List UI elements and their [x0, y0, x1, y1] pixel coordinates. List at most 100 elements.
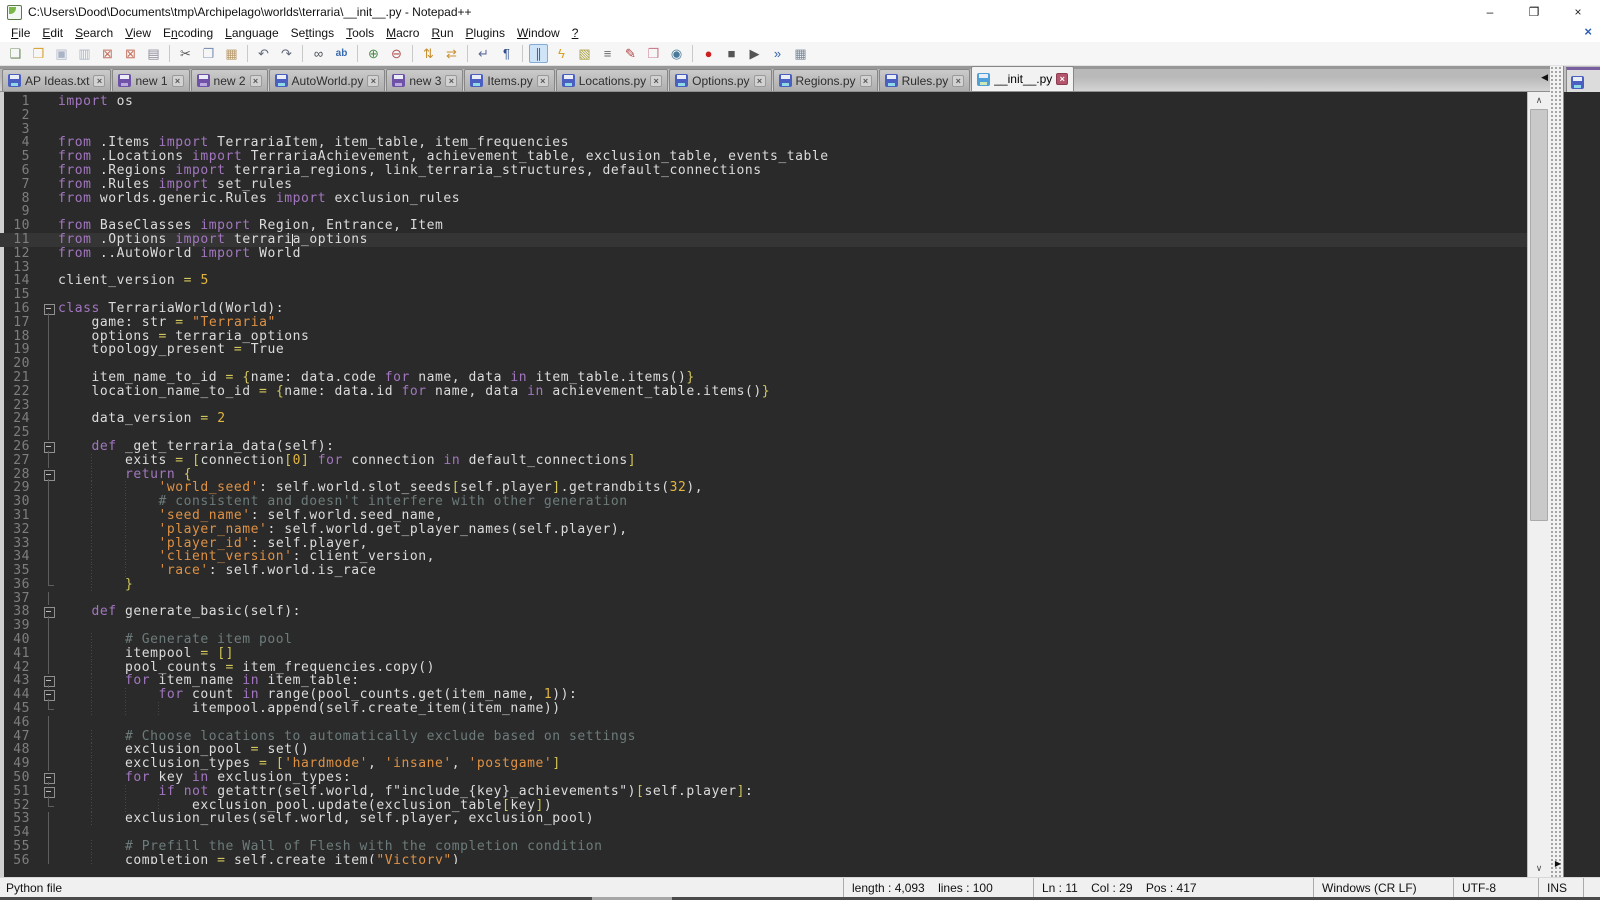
- menu-macro[interactable]: Macro: [380, 26, 425, 40]
- undo-icon[interactable]: ↶: [254, 44, 273, 63]
- code-line[interactable]: 18 options = terraria_options: [0, 330, 1527, 344]
- fold-toggle-icon[interactable]: [40, 468, 58, 482]
- monitoring-eye-icon[interactable]: ◉: [667, 44, 686, 63]
- tab-regions-py[interactable]: Regions.py×: [773, 69, 878, 91]
- vertical-scrollbar[interactable]: ∧ ∨: [1527, 92, 1550, 877]
- code-line[interactable]: 47 # Choose locations to automatically e…: [0, 730, 1527, 744]
- menu-tools[interactable]: Tools: [340, 26, 380, 40]
- tab--init-py[interactable]: __init__.py×: [971, 66, 1074, 91]
- code-line[interactable]: 42 pool_counts = item_frequencies.copy(): [0, 661, 1527, 675]
- code-line[interactable]: 13: [0, 261, 1527, 275]
- fold-toggle-icon[interactable]: [40, 440, 58, 454]
- code-line[interactable]: 3: [0, 123, 1527, 137]
- code-line[interactable]: 44 for count in range(pool_counts.get(it…: [0, 688, 1527, 702]
- code-line[interactable]: 31 'seed_name': self.world.seed_name,: [0, 509, 1527, 523]
- code-line[interactable]: 25: [0, 426, 1527, 440]
- menu-language[interactable]: Language: [219, 26, 285, 40]
- code-line[interactable]: 34 'client_version': client_version,: [0, 550, 1527, 564]
- code-line[interactable]: 55 # Prefill the Wall of Flesh with the …: [0, 840, 1527, 854]
- macro-record-icon[interactable]: ●: [699, 44, 718, 63]
- menu-window[interactable]: Window: [511, 26, 566, 40]
- tab-close-icon[interactable]: ×: [650, 75, 662, 87]
- code-line[interactable]: 2: [0, 109, 1527, 123]
- function-list-icon[interactable]: ✎: [621, 44, 640, 63]
- copy-icon[interactable]: ❐: [199, 44, 218, 63]
- code-line[interactable]: 29 'world_seed': self.world.slot_seeds[s…: [0, 481, 1527, 495]
- code-line[interactable]: 17 game: str = "Terraria": [0, 316, 1527, 330]
- fold-toggle-icon[interactable]: [40, 771, 58, 785]
- code-line[interactable]: 24 data_version = 2: [0, 412, 1527, 426]
- sync-vertical-icon[interactable]: ⇅: [419, 44, 438, 63]
- code-line[interactable]: 4from .Items import TerrariaItem, item_t…: [0, 136, 1527, 150]
- tab-rules-py[interactable]: Rules.py×: [879, 69, 971, 91]
- fold-toggle-icon[interactable]: [40, 605, 58, 619]
- code-line[interactable]: 5from .Locations import TerrariaAchievem…: [0, 150, 1527, 164]
- menu-encoding[interactable]: Encoding: [157, 26, 219, 40]
- flash-icon[interactable]: ϟ: [552, 44, 571, 63]
- doc-switcher-icon[interactable]: ≡: [598, 44, 617, 63]
- code-line[interactable]: 49 exclusion_types = ['hardmode', 'insan…: [0, 757, 1527, 771]
- fold-toggle-icon[interactable]: [40, 302, 58, 316]
- scrollbar-thumb[interactable]: [1530, 109, 1548, 521]
- zoom-out-icon[interactable]: ⊖: [387, 44, 406, 63]
- code-line[interactable]: 43 for item_name in item_table:: [0, 674, 1527, 688]
- paste-icon[interactable]: ▦: [222, 44, 241, 63]
- code-line[interactable]: 56 completion = self.create_item("Victor…: [0, 854, 1527, 864]
- menu-run[interactable]: Run: [425, 26, 459, 40]
- cut-icon[interactable]: ✂: [176, 44, 195, 63]
- code-line[interactable]: 22 location_name_to_id = {name: data.id …: [0, 385, 1527, 399]
- code-line[interactable]: 19 topology_present = True: [0, 343, 1527, 357]
- code-line[interactable]: 35 'race': self.world.is_race: [0, 564, 1527, 578]
- macro-run-multiple-icon[interactable]: »: [768, 44, 787, 63]
- code-line[interactable]: 50 for key in exclusion_types:: [0, 771, 1527, 785]
- tab-close-icon[interactable]: ×: [445, 75, 457, 87]
- code-line[interactable]: 7from .Rules import set_rules: [0, 178, 1527, 192]
- code-line[interactable]: 45 itempool.append(self.create_item(item…: [0, 702, 1527, 716]
- tab-ap-ideas-txt[interactable]: AP Ideas.txt×: [2, 69, 111, 91]
- code-line[interactable]: 51 if not getattr(self.world, f"include_…: [0, 785, 1527, 799]
- code-line[interactable]: 46: [0, 716, 1527, 730]
- status-encoding[interactable]: UTF-8: [1453, 878, 1538, 897]
- tab-close-icon[interactable]: ×: [860, 75, 872, 87]
- restore-button[interactable]: ❐: [1512, 0, 1556, 24]
- fold-toggle-icon[interactable]: [40, 688, 58, 702]
- menu-plugins[interactable]: Plugins: [460, 26, 511, 40]
- tab-close-icon[interactable]: ×: [537, 75, 549, 87]
- print-icon[interactable]: ▤: [144, 44, 163, 63]
- close-doc-icon[interactable]: ⊠: [98, 44, 117, 63]
- code-line[interactable]: 54: [0, 826, 1527, 840]
- code-line[interactable]: 12from ..AutoWorld import World: [0, 247, 1527, 261]
- save-all-icon[interactable]: ▥: [75, 44, 94, 63]
- code-line[interactable]: 38 def generate_basic(self):: [0, 605, 1527, 619]
- document-map-icon[interactable]: ▧: [575, 44, 594, 63]
- code-line[interactable]: 53 exclusion_rules(self.world, self.play…: [0, 812, 1527, 826]
- code-line[interactable]: 1import os: [0, 95, 1527, 109]
- second-view-tab[interactable]: [1566, 67, 1600, 92]
- menu-settings[interactable]: Settings: [285, 26, 340, 40]
- tab-autoworld-py[interactable]: AutoWorld.py×: [269, 69, 386, 91]
- code-line[interactable]: 30 # consistent and doesn't interfere wi…: [0, 495, 1527, 509]
- menu-file[interactable]: File: [5, 26, 36, 40]
- tab-close-icon[interactable]: ×: [367, 75, 379, 87]
- code-line[interactable]: 11from .Options import terraria_options: [0, 233, 1527, 247]
- status-eol-format[interactable]: Windows (CR LF): [1313, 878, 1453, 897]
- folder-workspace-icon[interactable]: ❒: [644, 44, 663, 63]
- show-all-characters-icon[interactable]: ¶: [497, 44, 516, 63]
- code-line[interactable]: 52 exclusion_pool.update(exclusion_table…: [0, 799, 1527, 813]
- find-icon[interactable]: ∞: [309, 44, 328, 63]
- code-line[interactable]: 9: [0, 205, 1527, 219]
- code-line[interactable]: 8from worlds.generic.Rules import exclus…: [0, 192, 1527, 206]
- tab-close-icon[interactable]: ×: [93, 75, 105, 87]
- menu-help[interactable]: ?: [566, 26, 585, 40]
- code-line[interactable]: 16class TerrariaWorld(World):: [0, 302, 1527, 316]
- tab-close-icon[interactable]: ×: [952, 75, 964, 87]
- code-line[interactable]: 40 # Generate item pool: [0, 633, 1527, 647]
- save-icon[interactable]: ▣: [52, 44, 71, 63]
- scroll-up-icon[interactable]: ∧: [1528, 92, 1550, 109]
- status-insert-mode[interactable]: INS: [1538, 878, 1583, 897]
- code-line[interactable]: 21 item_name_to_id = {name: data.code fo…: [0, 371, 1527, 385]
- code-line[interactable]: 15: [0, 288, 1527, 302]
- replace-icon[interactable]: ab: [332, 44, 351, 63]
- code-line[interactable]: 39: [0, 619, 1527, 633]
- menu-search[interactable]: Search: [69, 26, 119, 40]
